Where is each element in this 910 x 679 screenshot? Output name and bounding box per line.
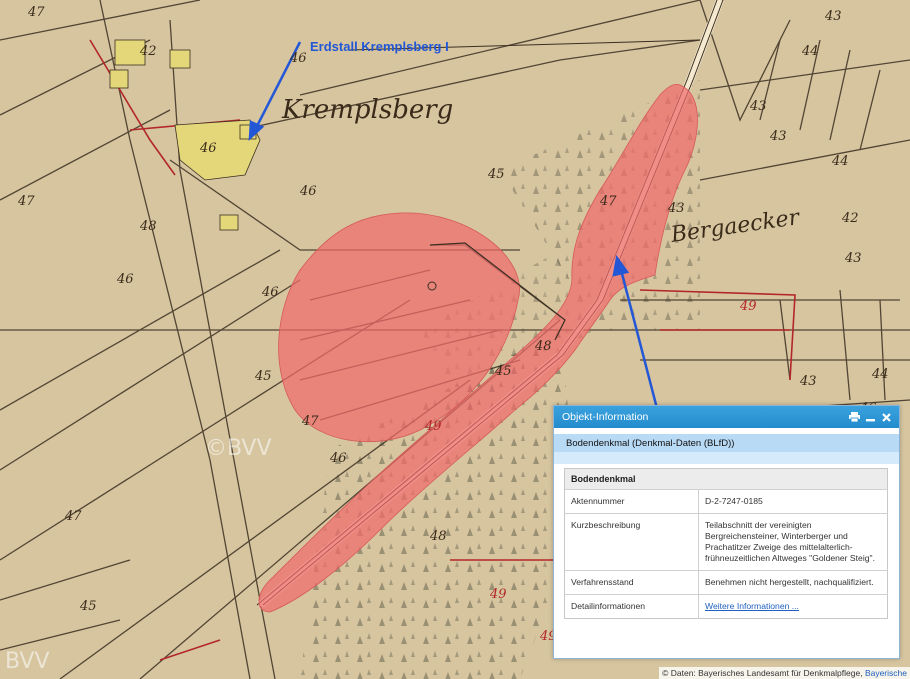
watermark: ©BVV	[205, 436, 272, 461]
row-key: Aktennummer	[564, 489, 699, 514]
popup-subtitle: Bodendenkmal (Denkmal-Daten (BLfD))	[554, 434, 899, 452]
parcel-number: 43	[824, 9, 842, 24]
info-table: Bodendenkmal Aktennummer D-2-7247-0185 K…	[564, 468, 888, 619]
parcel-number: 45	[254, 369, 272, 384]
table-row: Detailinformationen Weitere Informatione…	[564, 594, 888, 619]
parcel-number: 46	[199, 141, 217, 156]
row-key: Verfahrensstand	[564, 570, 699, 595]
popup-title: Objekt-Information	[562, 411, 649, 423]
parcel-number: 47	[599, 194, 617, 209]
parcel-number: 44	[801, 44, 819, 59]
row-value: Benehmen nicht hergestellt, nachqualifiz…	[698, 570, 888, 595]
parcel-number: 42	[841, 211, 859, 226]
parcel-number: 48	[534, 339, 552, 354]
row-key: Kurzbeschreibung	[564, 513, 699, 571]
popup-subtitle-band	[554, 452, 899, 464]
parcel-number: 48	[139, 219, 157, 234]
parcel-number: 49	[489, 587, 507, 602]
parcel-number: 47	[301, 414, 319, 429]
table-row: Aktennummer D-2-7247-0185	[564, 489, 888, 514]
print-icon[interactable]	[848, 411, 861, 424]
row-key: Detailinformationen	[564, 594, 699, 619]
parcel-number: 43	[844, 251, 862, 266]
row-value: Teilabschnitt der vereinigten Bergreiche…	[698, 513, 888, 571]
parcel-number: 44	[871, 367, 889, 382]
info-section-header: Bodendenkmal	[564, 468, 888, 490]
parcel-number: 43	[769, 129, 787, 144]
parcel-number: 46	[116, 272, 134, 287]
parcel-number: 47	[17, 194, 35, 209]
parcel-number: 44	[831, 154, 849, 169]
table-row: Kurzbeschreibung Teilabschnitt der verei…	[564, 513, 888, 571]
table-row: Verfahrensstand Benehmen nicht hergestel…	[564, 570, 888, 595]
parcel-number: 46	[299, 184, 317, 199]
parcel-number: 46	[261, 285, 279, 300]
parcel-number: 48	[429, 529, 447, 544]
place-name-label: Kremplsberg	[281, 95, 453, 125]
popup-header[interactable]: Objekt-Information	[554, 406, 899, 428]
parcel-number: 42	[139, 44, 157, 59]
parcel-number: 43	[667, 201, 685, 216]
monument-annotation-label: Erdstall Kremplsberg I	[310, 39, 449, 54]
parcel-number: 46	[329, 451, 347, 466]
attribution-text: © Daten: Bayerisches Landesamt für Denkm…	[662, 668, 863, 678]
minimize-icon[interactable]	[864, 411, 877, 424]
parcel-number: 47	[27, 5, 45, 20]
object-info-popup[interactable]: Objekt-Information Bodendenkmal (Denkmal…	[553, 405, 900, 659]
details-link[interactable]: Weitere Informationen ...	[705, 601, 799, 611]
parcel-number: 45	[487, 167, 505, 182]
parcel-number: 46	[289, 51, 307, 66]
parcel-number: 47	[64, 509, 82, 524]
parcel-number: 43	[749, 99, 767, 114]
row-value: D-2-7247-0185	[698, 489, 888, 514]
attribution-link[interactable]: Bayerische	[865, 668, 907, 678]
parcel-number: 43	[799, 374, 817, 389]
parcel-number: 49	[739, 299, 757, 314]
watermark-secondary: BVV	[5, 649, 50, 674]
attribution: © Daten: Bayerisches Landesamt für Denkm…	[659, 667, 910, 679]
parcel-number: 49	[424, 419, 442, 434]
close-icon[interactable]	[880, 411, 893, 424]
parcel-number: 45	[79, 599, 97, 614]
parcel-number: 45	[494, 364, 512, 379]
